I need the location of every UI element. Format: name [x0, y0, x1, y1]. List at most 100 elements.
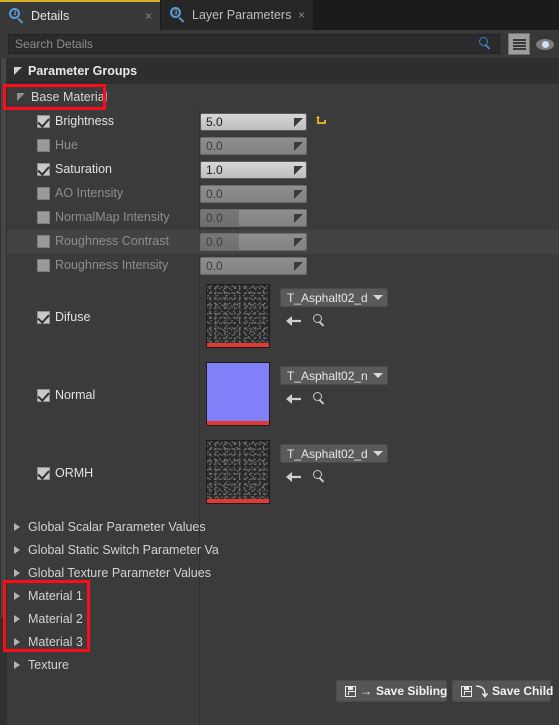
stepper-icon[interactable]: [294, 142, 303, 151]
parameter-label: AO Intensity: [55, 186, 124, 200]
stepper-icon[interactable]: [294, 190, 303, 199]
checkbox-roughness-intensity[interactable]: [37, 259, 50, 272]
number-value: 1.0: [206, 163, 223, 177]
number-input-roughness-intensity[interactable]: 0.0: [200, 257, 307, 275]
texture-thumbnail-ormh[interactable]: [206, 440, 270, 504]
collapsed-triangle-icon: [14, 592, 20, 600]
group-header-global-texture-parameter-values[interactable]: Global Texture Parameter Values: [7, 562, 559, 585]
group-label: Material 3: [28, 635, 83, 649]
texture-thumbnail-normal[interactable]: [206, 362, 270, 426]
collapsed-triangle-icon: [14, 638, 20, 646]
parameter-row-roughness-contrast: Roughness Contrast 0.0: [7, 230, 559, 254]
base-material-label: Base Material: [31, 90, 108, 104]
back-arrow-icon[interactable]: [285, 392, 303, 406]
collapsed-triangle-icon: [14, 569, 20, 577]
checkbox-normal[interactable]: [37, 389, 50, 402]
asset-picker-difuse[interactable]: T_Asphalt02_d: [280, 288, 388, 307]
number-value: 5.0: [206, 115, 223, 129]
parameter-groups-label: Parameter Groups: [28, 64, 138, 78]
checkbox-hue[interactable]: [37, 139, 50, 152]
parameter-row-saturation: Saturation 1.0: [7, 158, 559, 182]
asset-name: T_Asphalt02_d: [287, 446, 368, 461]
checkbox-ormh[interactable]: [37, 467, 50, 480]
texture-status-bar: [207, 343, 269, 347]
tab-details[interactable]: Details ×: [0, 0, 160, 30]
parameter-label: Roughness Intensity: [55, 258, 169, 272]
texture-label: Normal: [55, 388, 96, 402]
parameter-label: NormalMap Intensity: [55, 210, 170, 224]
checkbox-normalmap-intensity[interactable]: [37, 211, 50, 224]
collapsed-triangle-icon: [14, 615, 20, 623]
asset-picker-normal[interactable]: T_Asphalt02_n: [280, 366, 388, 385]
eye-visibility-icon[interactable]: [534, 33, 556, 55]
checkbox-roughness-contrast[interactable]: [37, 235, 50, 248]
collapsed-triangle-icon: [14, 546, 20, 554]
browse-magnifier-icon[interactable]: [313, 314, 329, 330]
checkbox-ao-intensity[interactable]: [37, 187, 50, 200]
group-header-base-material[interactable]: Base Material: [7, 84, 559, 110]
number-input-hue[interactable]: 0.0: [200, 137, 307, 155]
expanded-triangle-icon: [17, 93, 25, 101]
stepper-icon[interactable]: [294, 214, 303, 223]
number-value: 0.0: [206, 259, 223, 273]
group-header-global-static-switch-parameter-va[interactable]: Global Static Switch Parameter Va: [7, 539, 559, 562]
texture-row-normal: Normal T_Asphalt02_n: [7, 356, 559, 434]
tab-layer-parameters-close-icon[interactable]: ×: [298, 8, 305, 22]
tab-details-close-icon[interactable]: ×: [145, 9, 152, 23]
stepper-icon[interactable]: [294, 118, 303, 127]
grid-view-icon[interactable]: [508, 33, 530, 55]
save-child-label: Save Child: [492, 684, 554, 698]
number-input-brightness[interactable]: 5.0: [200, 113, 307, 131]
magnifier-icon[interactable]: [473, 37, 495, 53]
group-header-texture[interactable]: Texture: [7, 654, 559, 677]
expanded-triangle-icon: [14, 67, 22, 75]
stepper-icon[interactable]: [294, 262, 303, 271]
checkbox-saturation[interactable]: [37, 163, 50, 176]
number-input-ao-intensity[interactable]: 0.0: [200, 185, 307, 203]
checkbox-brightness[interactable]: [37, 115, 50, 128]
asset-name: T_Asphalt02_n: [287, 368, 368, 383]
parameter-label: Saturation: [55, 162, 112, 176]
texture-thumbnail-difuse[interactable]: [206, 284, 270, 348]
save-child-button[interactable]: ⤵ Save Child: [452, 680, 554, 702]
search-input[interactable]: Search Details: [8, 34, 500, 54]
group-header-parameter-groups[interactable]: Parameter Groups: [7, 58, 559, 84]
scrollbar-thumb[interactable]: [1, 58, 6, 618]
asset-picker-ormh[interactable]: T_Asphalt02_d: [280, 444, 388, 463]
browse-magnifier-icon[interactable]: [313, 470, 329, 486]
number-value: 0.0: [206, 187, 223, 201]
floppy-disk-icon: [461, 685, 472, 697]
reset-to-default-icon[interactable]: [315, 115, 328, 128]
parameter-row-normalmap-intensity: NormalMap Intensity 0.0: [7, 206, 559, 230]
parameter-label: Roughness Contrast: [55, 234, 169, 248]
number-value: 0.0: [206, 139, 223, 153]
texture-row-ormh: ORMH T_Asphalt02_d: [7, 434, 559, 512]
group-label: Global Scalar Parameter Values: [28, 520, 206, 534]
tab-bar: Details × Layer Parameters ×: [0, 0, 559, 30]
checkbox-difuse[interactable]: [37, 311, 50, 324]
search-toolbar: Search Details: [0, 30, 559, 58]
number-input-roughness-contrast[interactable]: 0.0: [200, 233, 307, 251]
save-sibling-arrow-icon: →: [360, 684, 372, 698]
group-header-material-1[interactable]: Material 1: [7, 585, 559, 608]
back-arrow-icon[interactable]: [285, 314, 303, 328]
checkmark-icon: [37, 389, 50, 402]
parameter-row-brightness: Brightness 5.0: [7, 110, 559, 134]
tab-layer-parameters[interactable]: Layer Parameters ×: [161, 0, 313, 30]
stepper-icon[interactable]: [294, 238, 303, 247]
back-arrow-icon[interactable]: [285, 470, 303, 484]
stepper-icon[interactable]: [294, 166, 303, 175]
texture-row-difuse: Difuse T_Asphalt02_d: [7, 278, 559, 356]
group-header-global-scalar-parameter-values[interactable]: Global Scalar Parameter Values: [7, 516, 559, 539]
details-info-search-icon: [9, 8, 25, 24]
parameter-row-ao-intensity: AO Intensity 0.0: [7, 182, 559, 206]
checkmark-icon: [37, 311, 50, 324]
number-input-normalmap-intensity[interactable]: 0.0: [200, 209, 307, 227]
vertical-scrollbar[interactable]: [0, 58, 7, 725]
save-sibling-button[interactable]: → Save Sibling: [336, 680, 447, 702]
browse-magnifier-icon[interactable]: [313, 392, 329, 408]
group-header-material-2[interactable]: Material 2: [7, 608, 559, 631]
number-input-saturation[interactable]: 1.0: [200, 161, 307, 179]
group-header-material-3[interactable]: Material 3: [7, 631, 559, 654]
chevron-down-icon: [372, 295, 383, 300]
